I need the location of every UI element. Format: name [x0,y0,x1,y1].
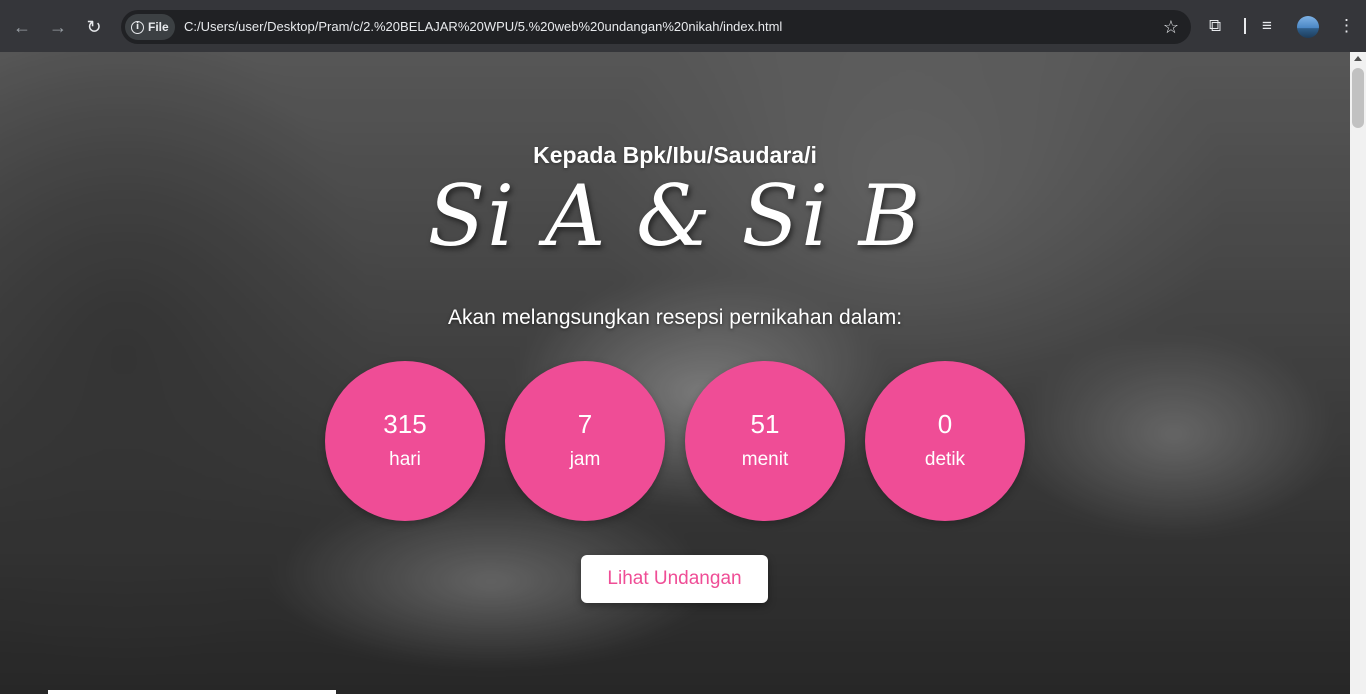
info-icon: i [131,20,144,34]
forward-button[interactable]: → [45,14,71,40]
countdown-days: 315 hari [325,361,485,521]
reception-subtitle: Akan melangsungkan resepsi pernikahan da… [447,306,903,329]
scroll-thumb[interactable] [1352,68,1364,128]
url-text[interactable]: C:/Users/user/Desktop/Pram/c/2.%20BELAJA… [184,19,782,34]
profile-avatar[interactable] [1297,16,1319,38]
back-button[interactable]: ← [9,14,35,40]
kebab-menu-icon[interactable]: ⋮ [1338,15,1355,37]
countdown-days-value: 315 [383,409,427,439]
countdown-minutes-unit: menit [741,449,789,470]
address-bar[interactable]: i File C:/Users/user/Desktop/Pram/c/2.%2… [121,10,1191,44]
browser-toolbar: ← → ↻ i File C:/Users/user/Desktop/Pram/… [0,0,1366,52]
reload-icon: ↻ [86,17,102,37]
invitation-greeting: Kepada Bpk/Ibu/Saudara/i [533,142,817,168]
site-chip-label: File [148,20,169,34]
site-info-chip[interactable]: i File [125,14,175,40]
media-queue-icon[interactable]: ≡ [1262,15,1272,37]
countdown-days-unit: hari [389,449,421,470]
view-invitation-button[interactable]: Lihat Undangan [581,555,768,603]
countdown-hours-unit: jam [569,449,601,470]
star-icon[interactable]: ☆ [1163,16,1179,38]
reload-button[interactable]: ↻ [81,14,107,40]
countdown-hours: 7 jam [505,361,665,521]
countdown-seconds-value: 0 [937,409,953,439]
puzzle-icon[interactable]: ⧉ [1209,15,1221,37]
couple-names: Si A & Si B [427,167,923,265]
countdown-minutes: 51 menit [685,361,845,521]
countdown-minutes-value: 51 [750,409,780,439]
toolbar-divider [1244,18,1246,34]
countdown-seconds-unit: detik [924,449,966,470]
countdown-hours-value: 7 [577,409,593,439]
bottom-highlight-bar [48,690,336,694]
arrow-right-icon: → [49,17,67,37]
scroll-up-arrow-icon[interactable] [1354,56,1362,61]
page-viewport: Kepada Bpk/Ibu/Saudara/i Si A & Si B Aka… [0,52,1350,694]
vertical-scrollbar[interactable] [1350,52,1366,694]
arrow-left-icon: ← [13,17,31,37]
countdown-seconds: 0 detik [865,361,1025,521]
countdown: 315 hari 7 jam 51 menit 0 detik [325,361,1025,521]
